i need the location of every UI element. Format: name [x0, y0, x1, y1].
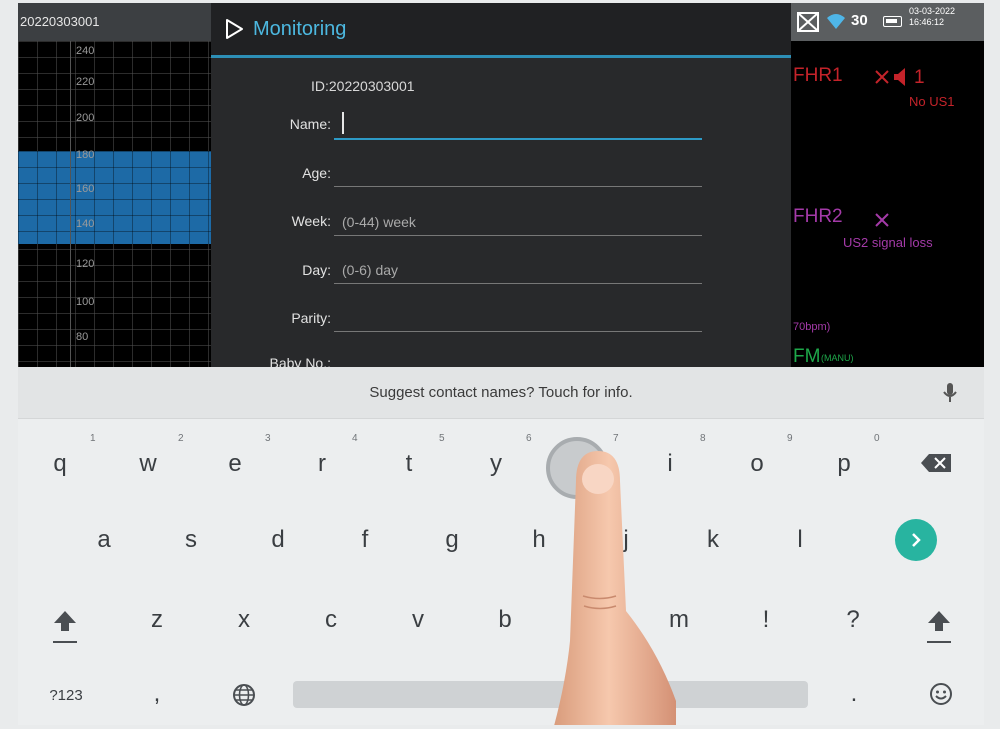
- y-tick: 240: [76, 45, 95, 57]
- suggestion-text: Suggest contact names? Touch for info.: [369, 384, 633, 401]
- comma-key[interactable]: ,: [127, 669, 187, 719]
- y-tick: 180: [76, 149, 95, 161]
- key-hint: 0: [874, 433, 880, 444]
- y-tick: 100: [76, 296, 95, 308]
- device-frame: 20220303001 240 220 200 180 160 140 120 …: [0, 0, 1000, 729]
- chart-y-axis: [70, 41, 71, 367]
- fm-label[interactable]: FM: [793, 346, 820, 368]
- key-v[interactable]: v: [388, 595, 448, 645]
- patient-id-bar[interactable]: 20220303001: [18, 3, 211, 41]
- wifi-icon: [827, 14, 845, 29]
- week-label: Week:: [291, 213, 331, 229]
- symbols-key[interactable]: ?123: [36, 671, 96, 721]
- y-tick: 140: [76, 218, 95, 230]
- play-icon[interactable]: [223, 18, 245, 40]
- key-exclamation[interactable]: !: [736, 595, 796, 645]
- y-tick: 220: [76, 76, 95, 88]
- fhr-normal-band: [18, 151, 211, 244]
- key-hint: 1: [90, 433, 96, 444]
- y-tick: 160: [76, 183, 95, 195]
- key-q[interactable]: q: [30, 439, 90, 489]
- monitoring-dialog: Monitoring ID:20220303001 Name: Age: Wee…: [211, 3, 791, 371]
- name-label: Name:: [289, 116, 331, 132]
- fhr1-label[interactable]: FHR1: [793, 65, 843, 87]
- key-hint: 4: [352, 433, 358, 444]
- vitals-panel: 30 03-03-2022 16:46:12 FHR1 1 No US1 FHR2…: [791, 3, 984, 367]
- fhr2-status: US2 signal loss: [843, 235, 933, 250]
- monitor-screen: 20220303001 240 220 200 180 160 140 120 …: [18, 3, 984, 725]
- fhr1-status: No US1: [909, 94, 955, 109]
- key-k[interactable]: k: [683, 515, 743, 565]
- key-question[interactable]: ?: [823, 595, 883, 645]
- key-hint: 6: [526, 433, 532, 444]
- day-field[interactable]: (0-6) day: [334, 258, 702, 284]
- age-label: Age:: [302, 165, 331, 181]
- key-c[interactable]: c: [301, 595, 361, 645]
- status-bar: 30 03-03-2022 16:46:12: [791, 3, 984, 41]
- key-hint: 2: [178, 433, 184, 444]
- key-w[interactable]: w: [118, 439, 178, 489]
- key-l[interactable]: l: [770, 515, 830, 565]
- dialog-title: Monitoring: [253, 18, 347, 40]
- key-x[interactable]: x: [214, 595, 274, 645]
- y-tick: 120: [76, 258, 95, 270]
- key-f[interactable]: f: [335, 515, 395, 565]
- key-o[interactable]: o: [727, 439, 787, 489]
- patient-id-text: 20220303001: [20, 14, 100, 29]
- key-b[interactable]: b: [475, 595, 535, 645]
- sim-icon: [797, 12, 819, 32]
- finger-touch-photo: [554, 451, 676, 725]
- key-y[interactable]: y: [466, 439, 526, 489]
- speaker-icon: [894, 68, 905, 86]
- key-a[interactable]: a: [74, 515, 134, 565]
- shift-icon[interactable]: [926, 607, 952, 647]
- key-g[interactable]: g: [422, 515, 482, 565]
- key-hint: 5: [439, 433, 445, 444]
- key-t[interactable]: t: [379, 439, 439, 489]
- bpm-label: 70bpm): [793, 321, 831, 333]
- period-key[interactable]: .: [824, 669, 884, 719]
- key-s[interactable]: s: [161, 515, 221, 565]
- key-r[interactable]: r: [292, 439, 352, 489]
- y-tick: 200: [76, 112, 95, 124]
- suggestion-bar[interactable]: Suggest contact names? Touch for info.: [18, 367, 984, 419]
- key-e[interactable]: e: [205, 439, 265, 489]
- backspace-icon[interactable]: [920, 453, 952, 473]
- key-hint: 8: [700, 433, 706, 444]
- fhr2-label[interactable]: FHR2: [793, 206, 843, 228]
- dialog-header: Monitoring: [211, 3, 791, 58]
- y-tick: 80: [76, 331, 89, 343]
- shift-icon[interactable]: [52, 607, 78, 647]
- soft-keyboard: Suggest contact names? Touch for info. q…: [18, 367, 984, 725]
- patient-id-line: ID:20220303001: [311, 78, 415, 94]
- key-z[interactable]: z: [127, 595, 187, 645]
- parity-label: Parity:: [291, 310, 331, 326]
- key-hint: 3: [265, 433, 271, 444]
- battery-percent: 30: [851, 12, 868, 29]
- date-time: 03-03-2022 16:46:12: [909, 6, 955, 28]
- enter-button[interactable]: [895, 519, 937, 561]
- mute-icon: [875, 213, 889, 227]
- key-d[interactable]: d: [248, 515, 308, 565]
- text-cursor: [342, 112, 344, 134]
- key-p[interactable]: p: [814, 439, 874, 489]
- age-field[interactable]: [334, 161, 702, 187]
- globe-icon[interactable]: [232, 683, 256, 707]
- fm-mode: (MANU): [821, 353, 854, 363]
- emoji-icon[interactable]: [929, 682, 953, 706]
- mic-icon[interactable]: [941, 382, 959, 404]
- fhr1-alarm-count: 1: [914, 67, 925, 88]
- enter-icon: [912, 533, 921, 547]
- date: 03-03-2022: [909, 6, 956, 16]
- battery-icon: [883, 16, 902, 27]
- mute-icon: [875, 70, 889, 84]
- time: 16:46:12: [909, 17, 945, 27]
- week-field[interactable]: (0-44) week: [334, 210, 702, 236]
- key-hint: 9: [787, 433, 793, 444]
- parity-field[interactable]: [334, 306, 702, 332]
- day-label: Day:: [302, 262, 331, 278]
- name-field[interactable]: [334, 114, 702, 140]
